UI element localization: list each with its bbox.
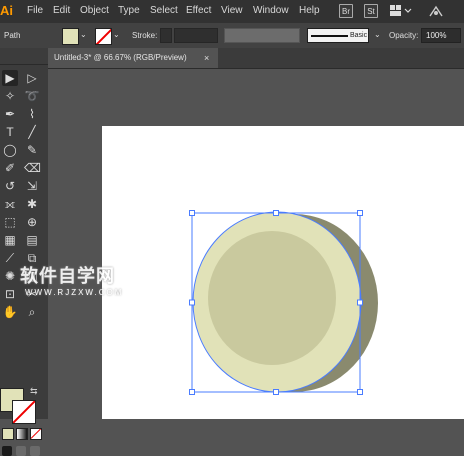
opacity-label: Opacity: (389, 31, 419, 40)
close-tab-icon[interactable]: × (204, 48, 209, 68)
menu-window[interactable]: Window (253, 5, 289, 16)
draw-normal-icon[interactable] (2, 446, 12, 456)
menu-bar: Ai File Edit Object Type Select Effect V… (0, 0, 464, 23)
line-tool[interactable]: ╱ (24, 124, 40, 140)
type-tool[interactable]: T (2, 124, 18, 140)
draw-inside-icon[interactable] (30, 446, 40, 456)
document-tab-bar: Untitled-3* @ 66.67% (RGB/Preview) × (48, 48, 464, 69)
gradient-tool[interactable]: ▤ (24, 232, 40, 248)
symbol-sprayer-tool[interactable]: ✺ (2, 268, 18, 284)
document-tab-title: Untitled-3* @ 66.67% (RGB/Preview) (54, 53, 187, 62)
watermark-text: 软件自学网 (20, 266, 115, 286)
shape-builder-tool[interactable]: ⊕ (24, 214, 40, 230)
stock-button[interactable]: St (364, 4, 378, 18)
mesh-tool[interactable]: ▦ (2, 232, 18, 248)
magic-wand-tool[interactable]: ✧ (2, 88, 18, 104)
tools-panel: ▶ ▷ ✧ ➰ ✒ ⌇ T ╱ ◯ ✎ ✐ ⌫ ↺ ⇲ ⟗ ✱ ⬚ ⊕ ▦ ▤ ⟋ ⧉ ✺ ▥ ⊡ ✂ ✋ ⌕ ⇆ (0, 48, 49, 456)
eraser-tool[interactable]: ⌫ (24, 160, 41, 176)
menu-effect[interactable]: Effect (186, 5, 211, 16)
curvature-tool[interactable]: ⌇ (24, 106, 40, 122)
menu-edit[interactable]: Edit (53, 5, 70, 16)
scale-tool[interactable]: ⇲ (24, 178, 40, 194)
draw-behind-icon[interactable] (16, 446, 26, 456)
document-tab[interactable]: Untitled-3* @ 66.67% (RGB/Preview) × (48, 48, 218, 68)
width-tool[interactable]: ⟗ (2, 196, 18, 212)
swap-fill-stroke-icon[interactable]: ⇆ (30, 386, 38, 397)
color-mode-color-icon[interactable] (2, 428, 14, 440)
menu-file[interactable]: File (27, 5, 43, 16)
bridge-button[interactable]: Br (339, 4, 353, 18)
variable-width-profile[interactable] (224, 28, 300, 43)
arrange-documents-icon[interactable] (390, 5, 412, 17)
puppet-warp-tool[interactable]: ✱ (24, 196, 40, 212)
brush-definition[interactable]: Basic (307, 28, 369, 43)
direct-selection-tool[interactable]: ▷ (24, 70, 40, 86)
shaper-tool[interactable]: ✐ (2, 160, 18, 176)
pen-tool[interactable]: ✒ (2, 106, 18, 122)
stroke-swatch[interactable] (95, 28, 112, 45)
menu-view[interactable]: View (221, 5, 243, 16)
hand-tool[interactable]: ✋ (2, 304, 18, 320)
fill-swatch[interactable] (62, 28, 79, 45)
artboard-tool[interactable]: ⊡ (2, 286, 18, 302)
lasso-tool[interactable]: ➰ (24, 88, 40, 104)
stroke-color-box[interactable] (12, 400, 36, 424)
free-transform-tool[interactable]: ⬚ (2, 214, 18, 230)
paintbrush-tool[interactable]: ✎ (24, 142, 40, 158)
gpu-performance-icon[interactable] (428, 4, 444, 18)
artboard[interactable] (102, 126, 464, 419)
tools-panel-header[interactable] (0, 48, 48, 65)
zoom-tool[interactable]: ⌕ (24, 304, 40, 320)
menu-object[interactable]: Object (80, 5, 109, 16)
color-mode-none-icon[interactable] (30, 428, 42, 440)
brush-stroke-preview (311, 35, 348, 37)
stroke-chevron-down-icon[interactable]: ⌄ (113, 31, 120, 39)
opacity-input[interactable]: 100% (421, 28, 461, 43)
menu-select[interactable]: Select (150, 5, 178, 16)
color-mode-gradient-icon[interactable] (16, 428, 28, 440)
ellipse-tool[interactable]: ◯ (2, 142, 18, 158)
watermark-url: WWW.RJZXW.COM (25, 288, 124, 297)
control-bar: Path ⌄ ⌄ Stroke: Basic ⌄ Opacity: 100% (0, 23, 464, 49)
eyedropper-tool[interactable]: ⟋ (2, 250, 18, 266)
rotate-tool[interactable]: ↺ (2, 178, 18, 194)
brush-chevron-down-icon[interactable]: ⌄ (374, 31, 381, 39)
selection-type-label: Path (4, 31, 21, 40)
menu-help[interactable]: Help (299, 5, 320, 16)
app-logo: Ai (0, 3, 13, 18)
selection-tool[interactable]: ▶ (2, 70, 18, 86)
fill-chevron-down-icon[interactable]: ⌄ (80, 31, 87, 39)
stroke-label: Stroke: (132, 31, 158, 40)
stroke-weight-input[interactable] (174, 28, 218, 43)
brush-label: Basic (350, 32, 368, 39)
stroke-weight-stepper[interactable] (160, 28, 172, 43)
menu-type[interactable]: Type (118, 5, 140, 16)
